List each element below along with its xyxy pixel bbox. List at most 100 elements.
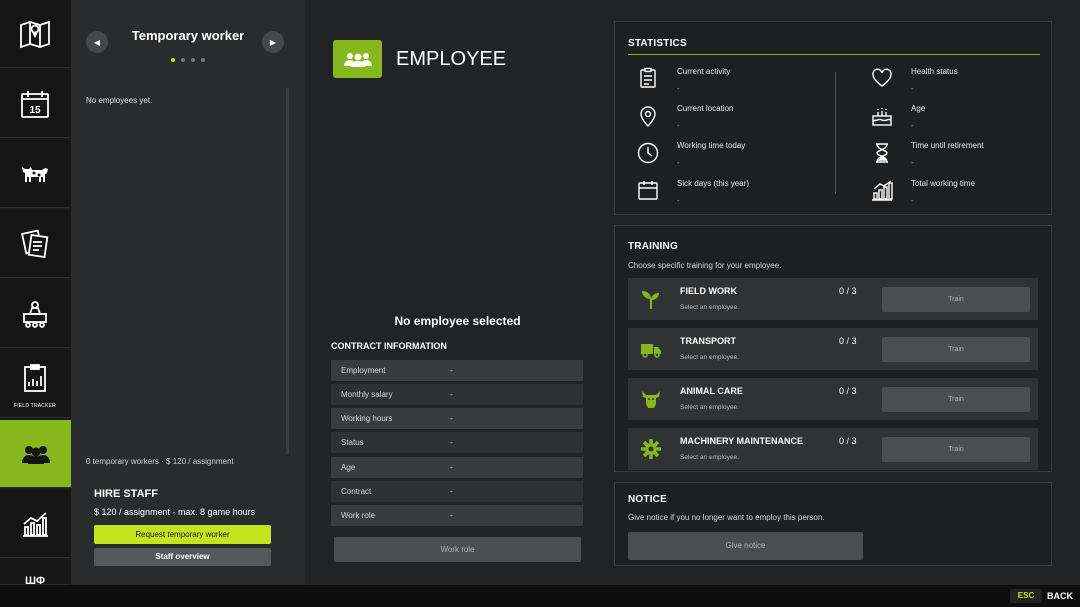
contract-row: Contract - xyxy=(331,481,583,502)
stat-label: Total working time xyxy=(911,179,976,188)
column-divider xyxy=(835,72,836,194)
next-category-button[interactable]: ▶ xyxy=(262,31,284,53)
field-tracker-label: FIELD TRACKER xyxy=(14,403,56,409)
contract-value: - xyxy=(450,463,453,472)
page-indicator xyxy=(71,58,305,62)
give-notice-button[interactable]: Give notice xyxy=(628,532,863,560)
nav-production[interactable] xyxy=(0,280,70,348)
contract-label: Age xyxy=(341,463,356,472)
notice-title: NOTICE xyxy=(628,494,667,505)
contract-label: Work role xyxy=(341,511,376,520)
more-icon: ШΦ xyxy=(24,575,46,585)
hire-staff-title: HIRE STAFF xyxy=(94,488,158,500)
employee-header: EMPLOYEE xyxy=(396,48,507,70)
hourglass-icon xyxy=(876,143,888,163)
heart-icon xyxy=(872,68,892,87)
nav-animals[interactable] xyxy=(0,140,70,208)
stat-value: - xyxy=(911,158,914,167)
nav-map[interactable] xyxy=(0,0,70,68)
training-row-machinery-maintenance: MACHINERY MAINTENANCE Select an employee… xyxy=(628,428,1038,470)
statistics-divider xyxy=(628,54,1040,55)
contract-row: Employment - xyxy=(331,360,583,381)
factory-icon xyxy=(23,300,47,328)
training-subtext: Select an employee. xyxy=(680,354,739,361)
employee-badge xyxy=(333,40,382,78)
page-dot[interactable] xyxy=(181,58,185,62)
calendar-icon xyxy=(638,181,658,200)
training-count: 0 / 3 xyxy=(839,286,857,296)
train-button[interactable]: Train xyxy=(882,337,1030,362)
nav-more[interactable]: ШΦ xyxy=(0,560,70,585)
nav-calendar[interactable]: 15 xyxy=(0,70,70,138)
training-count: 0 / 3 xyxy=(839,336,857,346)
contract-value: - xyxy=(450,511,453,520)
page-dot[interactable] xyxy=(171,58,175,62)
cake-icon xyxy=(872,108,892,126)
bottom-bar: ESC BACK xyxy=(0,585,1080,607)
contract-row: Age - xyxy=(331,457,583,478)
contract-label: Employment xyxy=(341,366,386,375)
clock-icon xyxy=(637,142,659,164)
stat-label: Working time today xyxy=(677,141,746,150)
train-button[interactable]: Train xyxy=(882,437,1030,462)
training-title: TRAINING xyxy=(628,241,678,252)
no-selection-text: No employee selected xyxy=(394,314,521,328)
sprout-icon xyxy=(642,291,659,309)
statistics-panel: STATISTICS Current activity - Current lo… xyxy=(614,21,1052,215)
contract-label: Contract xyxy=(341,487,372,496)
location-pin-icon xyxy=(640,106,656,127)
contract-value: - xyxy=(450,438,453,447)
calendar-day: 15 xyxy=(29,105,41,116)
back-button[interactable]: BACK xyxy=(1047,591,1073,601)
nav-contracts[interactable] xyxy=(0,210,70,278)
contract-value: - xyxy=(450,366,453,375)
training-subtext: Select an employee. xyxy=(680,404,739,411)
page-dot[interactable] xyxy=(191,58,195,62)
contract-label: Status xyxy=(341,438,364,447)
training-row-field-work: FIELD WORK Select an employee. 0 / 3 Tra… xyxy=(628,278,1038,320)
stat-value: - xyxy=(677,121,680,130)
page-dot[interactable] xyxy=(201,58,205,62)
contract-info-title: CONTRACT INFORMATION xyxy=(331,341,447,351)
nav-statistics[interactable] xyxy=(0,490,70,558)
stat-label: Sick days (this year) xyxy=(677,179,750,188)
nav-workers[interactable] xyxy=(0,420,77,488)
contract-value: - xyxy=(450,414,453,423)
field-tracker-icon xyxy=(24,363,46,392)
contract-row: Status - xyxy=(331,432,583,453)
empty-list-text: No employees yet. xyxy=(86,96,153,105)
training-name: ANIMAL CARE xyxy=(680,386,743,396)
stat-value: - xyxy=(911,196,914,205)
staff-overview-button[interactable]: Staff overview xyxy=(94,548,271,566)
train-button[interactable]: Train xyxy=(882,387,1030,412)
statistics-title: STATISTICS xyxy=(628,38,687,49)
arrow-right-icon: ▶ xyxy=(269,37,277,47)
worker-summary: 0 temporary workers · $ 120 / assignment xyxy=(86,457,234,466)
employee-panel: EMPLOYEE No employee selected CONTRACT I… xyxy=(305,0,610,585)
stat-label: Current activity xyxy=(677,67,731,76)
work-role-button[interactable]: Work role xyxy=(334,537,581,562)
contract-label: Monthly salary xyxy=(341,390,393,399)
chart-icon xyxy=(23,511,48,537)
esc-key-badge[interactable]: ESC xyxy=(1010,589,1042,603)
train-button[interactable]: Train xyxy=(882,287,1030,312)
notice-subtitle: Give notice if you no longer want to emp… xyxy=(628,513,825,522)
training-name: FIELD WORK xyxy=(680,286,737,296)
bar-chart-icon xyxy=(872,180,893,201)
nav-field-tracker[interactable]: FIELD TRACKER xyxy=(0,350,70,418)
training-count: 0 / 3 xyxy=(839,436,857,446)
notice-panel: NOTICE Give notice if you no longer want… xyxy=(614,482,1052,566)
training-subtext: Select an employee. xyxy=(680,304,739,311)
training-count: 0 / 3 xyxy=(839,386,857,396)
training-row-transport: TRANSPORT Select an employee. 0 / 3 Trai… xyxy=(628,328,1038,370)
documents-icon xyxy=(21,228,49,258)
stat-value: - xyxy=(911,121,914,130)
contract-row: Work role - xyxy=(331,505,583,526)
stat-value: - xyxy=(911,84,914,93)
list-scrollbar[interactable] xyxy=(286,88,289,454)
worker-list-panel: ◀ Temporary worker ▶ No employees yet. 0… xyxy=(71,0,305,585)
request-temporary-worker-button[interactable]: Request temporary worker xyxy=(94,525,271,544)
training-name: TRANSPORT xyxy=(680,336,736,346)
hire-info: $ 120 / assignment · max. 8 game hours xyxy=(94,507,256,517)
clipboard-icon xyxy=(640,67,656,88)
